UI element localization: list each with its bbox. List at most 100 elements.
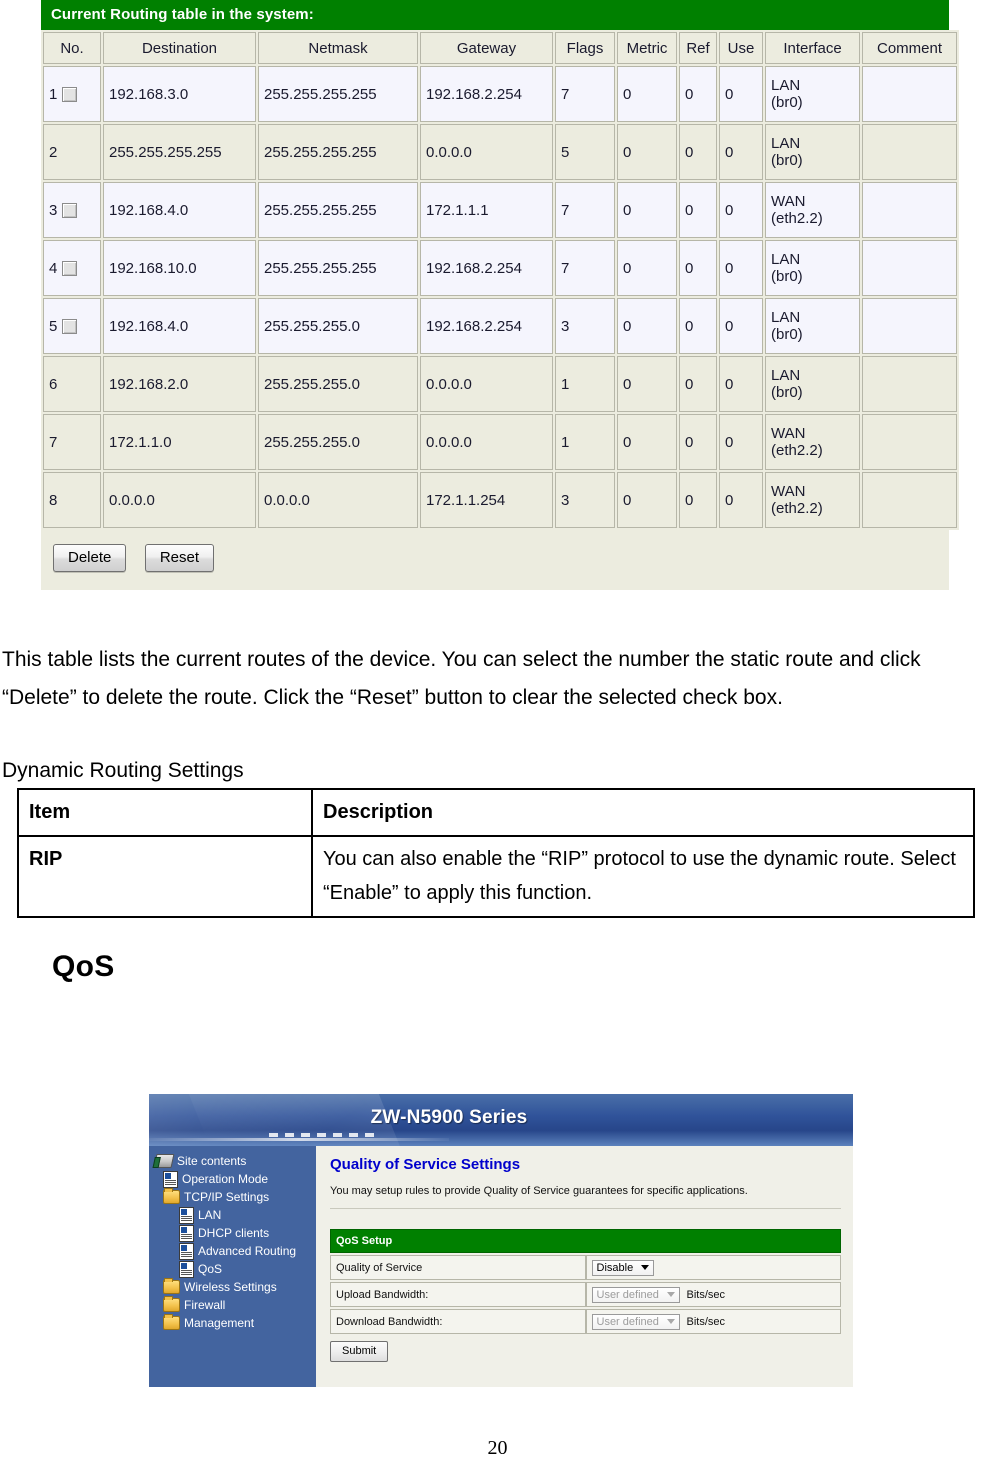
- cell-interface: LAN (br0): [765, 240, 860, 296]
- cell-interface: LAN (br0): [765, 298, 860, 354]
- row-number: 2: [49, 143, 58, 161]
- row-number: 8: [49, 491, 58, 509]
- col-header-netmask: Netmask: [258, 32, 418, 64]
- sidebar-item-firewall[interactable]: Firewall: [153, 1296, 316, 1314]
- cell-netmask: 255.255.255.0: [258, 414, 418, 470]
- col-header-destination: Destination: [103, 32, 256, 64]
- page-icon: [179, 1224, 194, 1242]
- router-banner: ZW-N5900 Series: [149, 1094, 853, 1146]
- download-bandwidth-select[interactable]: User defined: [591, 1313, 680, 1330]
- cell-destination: 192.168.10.0: [103, 240, 256, 296]
- row-number-cell[interactable]: 3: [43, 182, 101, 238]
- cell-comment: [862, 182, 957, 238]
- sidebar-item-site-contents[interactable]: Site contents: [153, 1152, 316, 1170]
- interface-name: WAN: [771, 424, 806, 442]
- qos-field-label: Quality of Service: [330, 1255, 586, 1280]
- row-checkbox[interactable]: [62, 87, 78, 103]
- qos-page-description: You may setup rules to provide Quality o…: [330, 1185, 748, 1197]
- sidebar-item-lan[interactable]: LAN: [153, 1206, 316, 1224]
- cell-metric: 0: [617, 240, 677, 296]
- cell-comment: [862, 414, 957, 470]
- cell-netmask: 255.255.255.255: [258, 66, 418, 122]
- qos-field-row: Download Bandwidth: User defined Bits/sec: [330, 1309, 841, 1334]
- desc-header-description: Description: [311, 788, 975, 837]
- interface-device: (br0): [771, 152, 803, 169]
- chevron-down-icon: [666, 1292, 675, 1298]
- select-value: User defined: [596, 1288, 659, 1301]
- banner-underline: [149, 1138, 449, 1141]
- cell-interface: LAN (br0): [765, 66, 860, 122]
- cell-comment: [862, 66, 957, 122]
- cell-flags: 7: [555, 182, 615, 238]
- cell-comment: [862, 472, 957, 528]
- sidebar-item-wireless-settings[interactable]: Wireless Settings: [153, 1278, 316, 1296]
- cell-interface: WAN (eth2.2): [765, 472, 860, 528]
- upload-bandwidth-unit: Bits/sec: [686, 1288, 726, 1301]
- table-row: 1 192.168.3.0 255.255.255.255 192.168.2.…: [43, 66, 957, 122]
- intro-paragraph: This table lists the current routes of t…: [2, 648, 921, 709]
- divider: [330, 1208, 841, 1209]
- sidebar-item-advanced-routing[interactable]: Advanced Routing: [153, 1242, 316, 1260]
- cell-gateway: 192.168.2.254: [420, 66, 553, 122]
- cell-destination: 192.168.3.0: [103, 66, 256, 122]
- qos-setup-header-row: QoS Setup: [330, 1229, 841, 1253]
- table-row: 8 0.0.0.0 0.0.0.0 172.1.1.254 3 0 0 0 WA…: [43, 472, 957, 528]
- select-value: User defined: [596, 1315, 659, 1328]
- folder-icon: [163, 1188, 180, 1204]
- sidebar-item-management[interactable]: Management: [153, 1314, 316, 1332]
- sidebar-item-tcpip-settings[interactable]: TCP/IP Settings: [153, 1188, 316, 1206]
- row-number: 3: [49, 201, 58, 219]
- submit-button[interactable]: Submit: [330, 1341, 389, 1362]
- cell-destination: 0.0.0.0: [103, 472, 256, 528]
- cell-ref: 0: [679, 414, 717, 470]
- interface-device: (br0): [771, 384, 803, 401]
- cell-flags: 3: [555, 298, 615, 354]
- qos-field-control: User defined Bits/sec: [585, 1282, 841, 1307]
- row-number-cell[interactable]: 5: [43, 298, 101, 354]
- sidebar-item-operation-mode[interactable]: Operation Mode: [153, 1170, 316, 1188]
- sidebar-item-label: Advanced Routing: [198, 1244, 297, 1258]
- desc-table-header-row: Item Description: [17, 788, 975, 837]
- cell-destination: 192.168.4.0: [103, 298, 256, 354]
- cell-netmask: 0.0.0.0: [258, 472, 418, 528]
- cell-metric: 0: [617, 414, 677, 470]
- page-icon: [179, 1206, 194, 1224]
- chevron-down-icon: [641, 1265, 650, 1271]
- interface-name: WAN: [771, 482, 806, 500]
- row-number-cell[interactable]: 1: [43, 66, 101, 122]
- router-main-panel: Quality of Service Settings You may setu…: [316, 1146, 853, 1387]
- banner-title: ZW-N5900 Series: [370, 1107, 528, 1128]
- sidebar-item-label: Firewall: [184, 1298, 226, 1312]
- desc-header-item: Item: [17, 788, 313, 837]
- cell-netmask: 255.255.255.255: [258, 182, 418, 238]
- book-icon: [153, 1154, 175, 1168]
- folder-icon: [163, 1296, 180, 1312]
- row-number-cell[interactable]: 4: [43, 240, 101, 296]
- table-row: 5 192.168.4.0 255.255.255.0 192.168.2.25…: [43, 298, 957, 354]
- row-checkbox[interactable]: [62, 261, 78, 277]
- upload-bandwidth-select[interactable]: User defined: [591, 1286, 680, 1303]
- reset-button[interactable]: Reset: [144, 544, 214, 572]
- cell-metric: 0: [617, 356, 677, 412]
- sidebar-item-qos[interactable]: QoS: [153, 1260, 316, 1278]
- page-title: QoS: [52, 950, 115, 983]
- qos-field-row: Upload Bandwidth: User defined Bits/sec: [330, 1282, 841, 1307]
- chevron-down-icon: [666, 1319, 675, 1325]
- cell-ref: 0: [679, 182, 717, 238]
- interface-name: LAN: [771, 308, 801, 326]
- col-header-gateway: Gateway: [420, 32, 553, 64]
- cell-destination: 255.255.255.255: [103, 124, 256, 180]
- delete-button[interactable]: Delete: [53, 544, 127, 572]
- row-checkbox[interactable]: [62, 203, 78, 219]
- cell-use: 0: [719, 66, 763, 122]
- cell-interface: LAN (br0): [765, 124, 860, 180]
- folder-icon: [163, 1314, 180, 1330]
- sidebar-item-dhcp-clients[interactable]: DHCP clients: [153, 1224, 316, 1242]
- cell-netmask: 255.255.255.255: [258, 240, 418, 296]
- cell-use: 0: [719, 240, 763, 296]
- quality-of-service-select[interactable]: Disable: [591, 1259, 654, 1276]
- col-header-use: Use: [719, 32, 763, 64]
- cell-destination: 192.168.2.0: [103, 356, 256, 412]
- page-icon: [179, 1260, 194, 1278]
- row-checkbox[interactable]: [62, 319, 78, 335]
